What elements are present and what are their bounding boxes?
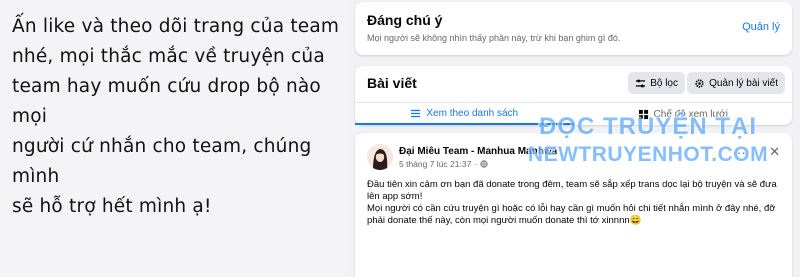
filter-icon	[636, 78, 646, 87]
manage-pinned-link[interactable]: Quản lý	[742, 21, 780, 33]
tab-grid-view[interactable]: Chế độ xem lưới	[574, 103, 793, 125]
post-paragraph: Mọi người có cần cứu truyện gì hoặc có l…	[367, 203, 776, 226]
globe-icon	[480, 160, 488, 168]
post-close-button[interactable]: ✕	[769, 144, 780, 160]
post-meta: 5 tháng 7 lúc 21:37 ·	[399, 159, 488, 169]
announcement-panel: Ấn like và theo dõi trang của team nhé, …	[0, 0, 345, 277]
announcement-text: Ấn like và theo dõi trang của team nhé, …	[12, 12, 340, 222]
announcement-line: Ấn like và theo dõi trang của team	[12, 16, 340, 37]
tab-list-view[interactable]: Xem theo danh sách	[355, 103, 574, 125]
post-paragraph: Đầu tiên xin cảm ơn bạn đã donate trong …	[367, 179, 777, 202]
posts-title: Bài viết	[367, 75, 417, 91]
author-avatar[interactable]	[367, 144, 393, 170]
post-more-button[interactable]: ···	[732, 144, 746, 160]
pinned-description: Mọi người sẽ không nhìn thấy phần này, t…	[367, 33, 621, 43]
manage-posts-label: Quản lý bài viết	[709, 77, 778, 89]
manage-posts-button[interactable]: Quản lý bài viết	[687, 72, 785, 94]
pinned-title: Đáng chú ý	[367, 12, 443, 28]
filter-label: Bộ lọc	[650, 77, 678, 89]
announcement-line: sẽ hỗ trợ hết mình ạ!	[12, 196, 212, 217]
tab-grid-view-label: Chế độ xem lưới	[653, 108, 728, 120]
announcement-line: nhé, mọi thắc mắc về truyện của	[12, 46, 325, 67]
filter-button[interactable]: Bộ lọc	[628, 72, 685, 94]
list-icon	[411, 109, 421, 117]
announcement-line: người cứ nhắn cho team, chúng mình	[12, 136, 312, 187]
avatar-image	[367, 144, 393, 170]
grid-icon	[638, 109, 648, 119]
meta-separator: ·	[474, 159, 478, 169]
post-timestamp[interactable]: 5 tháng 7 lúc 21:37	[399, 159, 471, 169]
posts-card: Bài viết Bộ lọc Quản lý bài viết Xem the…	[355, 66, 792, 125]
view-tabs: Xem theo danh sách Chế độ xem lưới	[355, 102, 792, 125]
post-author[interactable]: Đại Miêu Team - Manhua Manhwa	[399, 146, 557, 157]
gear-icon	[695, 78, 704, 88]
announcement-line: team hay muốn cứu drop bộ nào mọi	[12, 76, 321, 127]
post-body: Đầu tiên xin cảm ơn bạn đã donate trong …	[367, 179, 779, 227]
tab-list-view-label: Xem theo danh sách	[426, 107, 519, 119]
pinned-card: Đáng chú ý Mọi người sẽ không nhìn thấy …	[355, 2, 792, 55]
post-card: Đại Miêu Team - Manhua Manhwa 5 tháng 7 …	[355, 133, 792, 277]
